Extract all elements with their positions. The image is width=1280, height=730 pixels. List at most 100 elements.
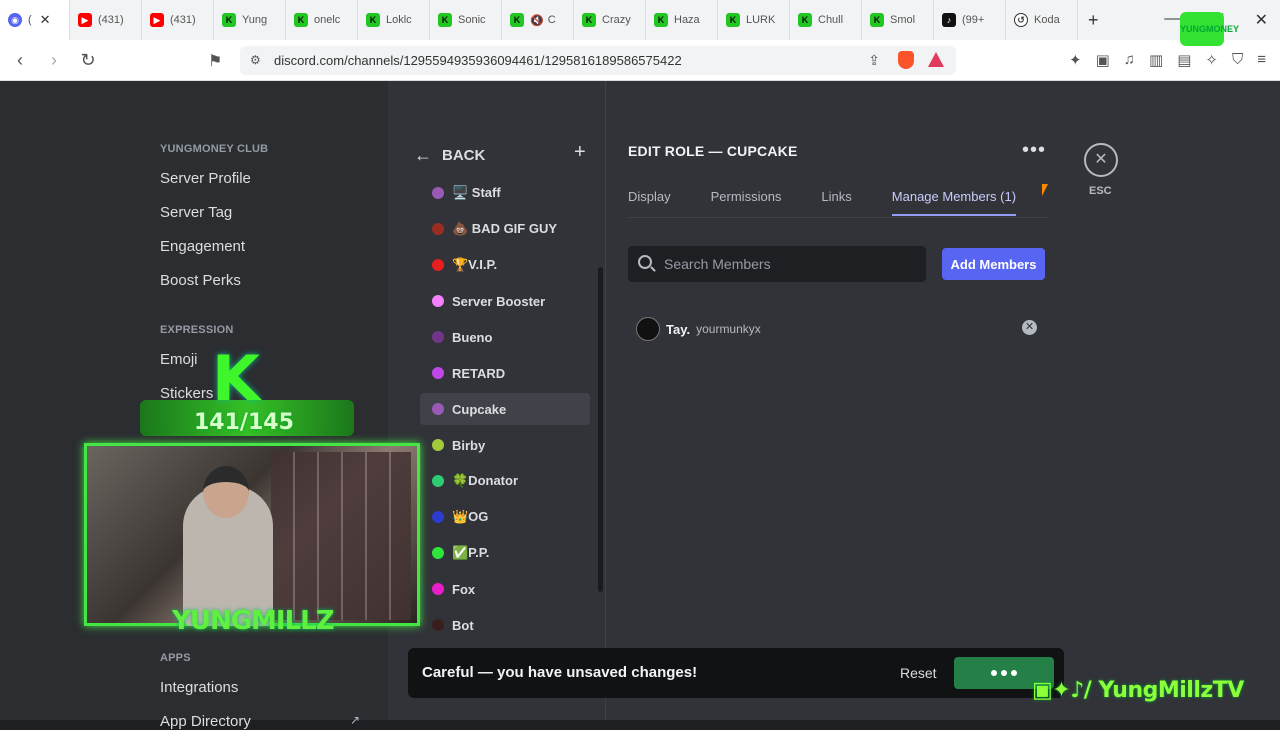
role-name: Birby	[452, 437, 486, 453]
webcam-overlay	[84, 443, 420, 626]
browser-tab-13[interactable]: ♪ (99+	[934, 0, 1006, 40]
role-name: Fox	[452, 581, 476, 597]
role-item-10[interactable]: ✅P.P.	[420, 537, 590, 569]
site-info-icon[interactable]: ⚙	[250, 53, 261, 67]
role-item-4[interactable]: Bueno	[420, 321, 590, 353]
url-field[interactable]: ⚙ discord.com/channels/12955949359360944…	[240, 46, 956, 75]
browser-tab-3[interactable]: K Yung	[214, 0, 286, 40]
member-display-name: Tay.	[666, 321, 691, 337]
more-options-icon[interactable]: •••	[1022, 139, 1046, 162]
browser-tab-0[interactable]: ◉(✕	[0, 0, 70, 40]
add-members-button[interactable]: Add Members	[942, 248, 1045, 280]
role-name: Bot	[452, 617, 474, 633]
role-item-3[interactable]: Server Booster	[420, 285, 590, 317]
search-icon	[638, 255, 652, 269]
browser-tab-6[interactable]: K Sonic	[430, 0, 502, 40]
role-item-7[interactable]: Birby	[420, 429, 590, 461]
browser-tab-2[interactable]: ▶ (431)	[142, 0, 214, 40]
loading-dot	[1001, 670, 1007, 676]
loading-dot	[1011, 670, 1017, 676]
nav-app-directory[interactable]: App Directory	[160, 713, 251, 730]
social-handle: ▣✦♪/ YungMillzTV	[1032, 678, 1244, 703]
channel-logo: YUNGMONEY	[1180, 12, 1239, 46]
role-name: 👑OG	[452, 509, 489, 524]
leo-ai-icon[interactable]: ✧	[1205, 51, 1218, 69]
role-item-1[interactable]: 💩 BAD GIF GUY	[420, 213, 590, 245]
close-tab-icon[interactable]: ✕	[40, 12, 51, 28]
browser-tab-8[interactable]: K Crazy	[574, 0, 646, 40]
kick-icon: K	[726, 13, 740, 27]
window-close-icon[interactable]: ✕	[1255, 10, 1268, 30]
browser-tab-14[interactable]: ↺ Koda	[1006, 0, 1078, 40]
kick-icon: K	[582, 13, 596, 27]
browser-tab-12[interactable]: K Smol	[862, 0, 934, 40]
muted-icon: 🔇	[530, 14, 544, 27]
tab-manage-members[interactable]: Manage Members (1)	[891, 189, 1017, 216]
discord-icon: ◉	[8, 13, 22, 27]
nav-integrations[interactable]: Integrations	[160, 679, 238, 696]
edit-role-panel: EDIT ROLE — CUPCAKE ••• Display Permissi…	[606, 81, 1280, 720]
browser-tab-5[interactable]: K Loklc	[358, 0, 430, 40]
sidebar-icon[interactable]: ▥	[1149, 51, 1163, 69]
role-item-8[interactable]: 🍀Donator	[420, 465, 590, 497]
role-color-dot	[432, 619, 444, 631]
back-button[interactable]: ← BACK	[414, 145, 485, 166]
tab-display[interactable]: Display	[628, 189, 671, 216]
close-settings-button[interactable]: ✕	[1084, 143, 1118, 177]
roles-scrollbar[interactable]	[598, 267, 603, 592]
browser-tab-7[interactable]: K 🔇 C	[502, 0, 574, 40]
role-item-11[interactable]: Fox	[420, 573, 590, 605]
nav-emoji[interactable]: Emoji	[160, 351, 198, 368]
remove-member-icon[interactable]: ✕	[1022, 320, 1037, 335]
kick-icon: K	[294, 13, 308, 27]
browser-tab-10[interactable]: K LURK	[718, 0, 790, 40]
role-item-6[interactable]: Cupcake	[420, 393, 590, 425]
role-color-dot	[432, 439, 444, 451]
new-tab-icon[interactable]: +	[1088, 10, 1099, 31]
create-role-icon[interactable]: +	[574, 141, 586, 164]
browser-tab-11[interactable]: K Chull	[790, 0, 862, 40]
twitter-icon: ✦	[1052, 678, 1071, 703]
unsaved-changes-bar: Careful — you have unsaved changes! Rese…	[408, 648, 1064, 698]
browser-tab-9[interactable]: K Haza	[646, 0, 718, 40]
reload-icon[interactable]: ↻	[74, 50, 102, 71]
nav-server-profile[interactable]: Server Profile	[160, 170, 251, 187]
search-members-input[interactable]: Search Members	[628, 246, 926, 282]
tab-links[interactable]: Links	[821, 189, 851, 216]
kick-icon: K	[438, 13, 452, 27]
youtube-icon: ▶	[150, 13, 164, 27]
role-item-5[interactable]: RETARD	[420, 357, 590, 389]
twitch-icon: ▣	[1032, 678, 1053, 703]
minimize-icon[interactable]: —	[1164, 10, 1180, 30]
wallet-icon[interactable]: ▤	[1177, 51, 1191, 69]
role-name: RETARD	[452, 365, 506, 381]
nav-engagement[interactable]: Engagement	[160, 238, 245, 255]
member-username: yourmunkyx	[696, 322, 761, 336]
screenshot-icon[interactable]: ▣	[1096, 51, 1110, 69]
extensions-icon[interactable]: ✦	[1069, 51, 1082, 69]
menu-icon[interactable]: ≡	[1257, 51, 1266, 69]
external-link-icon: ↗	[350, 713, 361, 727]
role-item-2[interactable]: 🏆V.I.P.	[420, 249, 590, 281]
expression-section-heading: EXPRESSION	[160, 324, 234, 336]
browser-tab-4[interactable]: Konelc	[286, 0, 358, 40]
browser-tab-1[interactable]: ▶ (431)	[70, 0, 142, 40]
role-item-9[interactable]: 👑OG	[420, 501, 590, 533]
brave-shields-icon[interactable]	[898, 51, 914, 69]
arrow-left-icon: ←	[414, 145, 432, 165]
role-color-dot	[432, 583, 444, 595]
edit-role-tabs: Display Permissions Links Manage Members…	[628, 189, 1056, 216]
role-item-12[interactable]: Bot	[420, 609, 590, 641]
media-icon[interactable]: ♫	[1124, 51, 1135, 69]
bookmark-icon[interactable]: ⚑	[208, 51, 222, 71]
role-item-0[interactable]: 🖥️ Staff	[420, 177, 590, 209]
brave-rewards-icon[interactable]	[928, 52, 944, 67]
nav-server-tag[interactable]: Server Tag	[160, 204, 232, 221]
vpn-icon[interactable]: ⛉	[1232, 51, 1243, 69]
reset-button[interactable]: Reset	[900, 665, 937, 681]
nav-boost-perks[interactable]: Boost Perks	[160, 272, 241, 289]
forward-arrow-icon[interactable]: ›	[40, 50, 68, 71]
share-icon[interactable]: ⇪	[868, 52, 880, 69]
tab-permissions[interactable]: Permissions	[711, 189, 782, 216]
back-arrow-icon[interactable]: ‹	[6, 50, 34, 71]
